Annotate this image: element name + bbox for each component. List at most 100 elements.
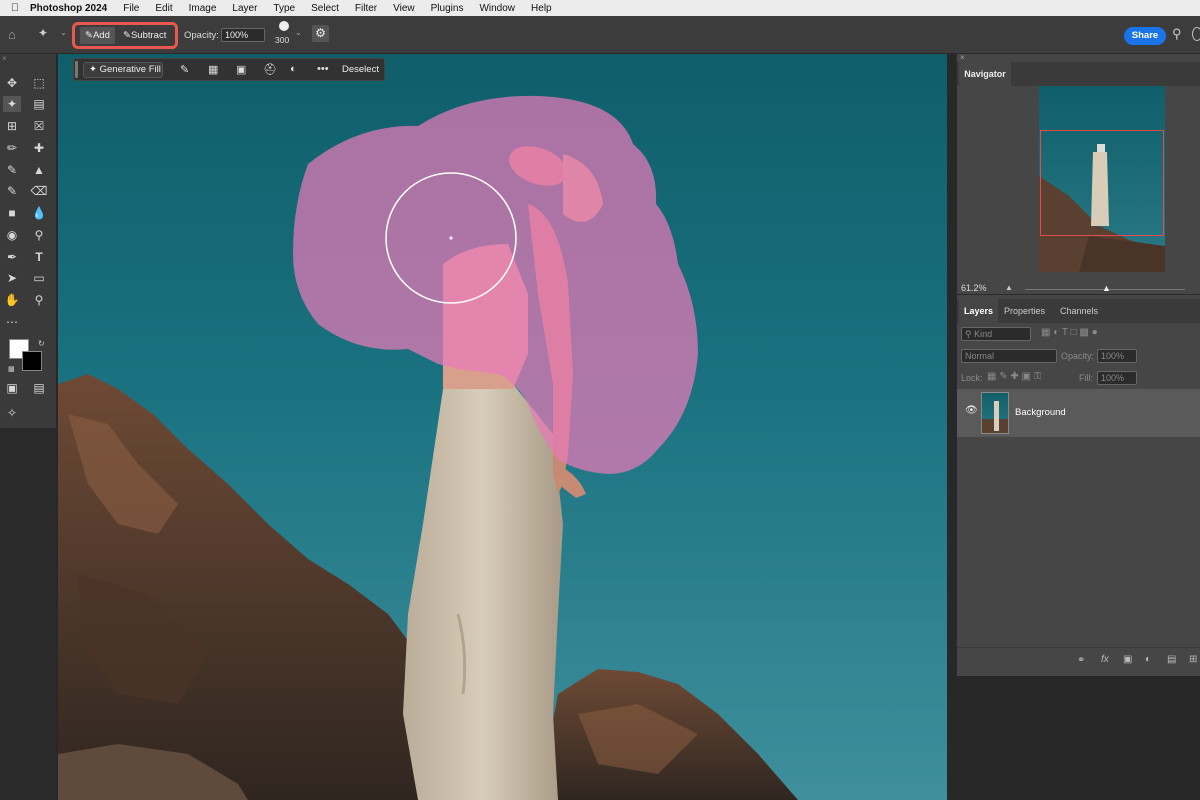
hand-tool-icon[interactable]: ✋ <box>3 292 21 308</box>
eyedropper-tool-icon[interactable]: ✏ <box>3 140 21 156</box>
menu-edit[interactable]: Edit <box>155 3 172 14</box>
fill-dropdown[interactable]: 100% <box>1097 371 1137 385</box>
visibility-eye-icon[interactable]: 👁 <box>965 405 978 416</box>
brush-preview-icon[interactable] <box>279 21 289 31</box>
menu-bar:  Photoshop 2024 File Edit Image Layer T… <box>0 0 1200 16</box>
layer-name[interactable]: Background <box>1015 407 1066 418</box>
layers-panel: Layers Properties Channels ⚲ Kind ▦ ◐ T … <box>956 294 1200 676</box>
zoom-tool-icon[interactable]: ⚲ <box>30 292 48 308</box>
document-canvas[interactable] <box>58 54 947 800</box>
add-mask-icon[interactable]: ▣ <box>1123 654 1132 665</box>
fill-selection-icon[interactable]: ⛑ <box>263 63 277 76</box>
tab-layers[interactable]: Layers <box>959 299 999 323</box>
dodge-tool-icon[interactable]: ◉ <box>3 227 21 243</box>
opacity-dropdown[interactable]: 100% <box>221 28 265 42</box>
more-options-icon[interactable]: ••• <box>317 63 329 75</box>
modify-selection-icon[interactable]: ✎ <box>180 63 189 76</box>
menu-plugins[interactable]: Plugins <box>431 3 464 14</box>
new-layer-icon[interactable]: ⊞ <box>1189 654 1197 665</box>
quick-mask-icon[interactable]: ▣ <box>3 380 21 396</box>
layer-mask-icon[interactable]: ▣ <box>236 63 246 76</box>
rectangle-tool-icon[interactable]: ▭ <box>30 270 48 286</box>
swap-colors-icon[interactable]: ↻ <box>38 339 45 348</box>
home-icon[interactable]: ⌂ <box>8 27 16 42</box>
group-folder-icon[interactable]: ▤ <box>1167 654 1176 665</box>
select-subject-tool-icon[interactable]: ▤ <box>30 96 48 112</box>
eraser-tool-icon[interactable]: ⌫ <box>30 183 48 199</box>
layer-opacity-dropdown[interactable]: 100% <box>1097 349 1137 363</box>
tab-channels[interactable]: Channels <box>1055 299 1103 323</box>
layer-style-icon[interactable]: fx <box>1101 654 1109 665</box>
search-icon[interactable]: ⚲ <box>1172 26 1182 42</box>
select-inverse-icon[interactable]: ▦ <box>208 63 218 76</box>
discover-icon[interactable] <box>1192 27 1200 41</box>
crop-tool-icon[interactable]: ⊞ <box>3 118 21 134</box>
brush-size-value: 300 <box>275 35 290 45</box>
apple-menu-icon[interactable]:  <box>0 2 30 14</box>
adjustment-layer-icon[interactable]: ◐ <box>290 63 297 75</box>
menu-window[interactable]: Window <box>479 3 515 14</box>
history-brush-tool-icon[interactable]: ✎ <box>3 183 21 199</box>
brush-subtract-icon: ✎ <box>123 30 131 41</box>
close-icon[interactable]: × <box>2 54 7 63</box>
lock-label: Lock: <box>961 373 983 383</box>
layer-opacity-label: Opacity: <box>1061 351 1095 361</box>
menu-file[interactable]: File <box>123 3 139 14</box>
zoom-slider-thumb[interactable]: ▲ <box>1102 283 1111 293</box>
gradient-tool-icon[interactable]: ■ <box>3 205 21 221</box>
navigator-thumbnail[interactable] <box>1039 86 1165 272</box>
panel-dock-background <box>956 676 1200 800</box>
link-layers-icon[interactable]: ⚭ <box>1077 655 1085 666</box>
object-selection-tool-icon[interactable]: ✦ <box>3 96 21 112</box>
layer-row-background[interactable]: 👁 Background <box>957 389 1200 437</box>
layer-filter-dropdown[interactable]: ⚲ Kind <box>961 327 1031 341</box>
brush-tool-icon[interactable]: ✎ <box>3 162 21 178</box>
app-menu[interactable]: Photoshop 2024 <box>30 3 107 14</box>
share-button[interactable]: Share <box>1124 27 1166 45</box>
add-mode-button[interactable]: ✎Add <box>80 27 115 44</box>
navigator-view-box[interactable] <box>1040 130 1164 236</box>
screen-mode-icon[interactable]: ▤ <box>30 380 48 396</box>
brush-chevron-icon[interactable]: ⌄ <box>295 28 302 37</box>
generative-fill-button[interactable]: ✦ Generative Fill <box>83 62 163 78</box>
tool-preset-chevron-icon[interactable]: ⌄ <box>60 28 67 37</box>
menu-layer[interactable]: Layer <box>232 3 257 14</box>
pen-tool-icon[interactable]: ✒ <box>3 249 21 265</box>
settings-gear-icon[interactable]: ⚙ <box>312 25 329 42</box>
zoom-out-icon[interactable]: ▲ <box>1005 283 1013 292</box>
blur-tool-icon[interactable]: 💧 <box>30 205 48 221</box>
type-tool-icon[interactable]: T <box>30 249 48 265</box>
zoom-level[interactable]: 61.2% <box>961 283 987 293</box>
more-tools-icon[interactable]: ⋯ <box>3 314 21 330</box>
subtract-mode-button[interactable]: ✎Subtract <box>118 27 171 44</box>
tools-panel: × ✥ ⬚ ✦ ▤ ⊞ ☒ ✏ ✚ ✎ ▲ ✎ ⌫ ■ 💧 ◉ ⚲ ✒ T ➤ … <box>0 54 56 428</box>
background-color-swatch[interactable] <box>22 351 42 371</box>
menu-image[interactable]: Image <box>189 3 217 14</box>
filter-icons[interactable]: ▦ ◐ T □ ▩ ● <box>1041 327 1098 338</box>
menu-help[interactable]: Help <box>531 3 552 14</box>
layers-footer: ⚭ fx ▣ ◐ ▤ ⊞ <box>957 647 1200 677</box>
marquee-tool-icon[interactable]: ⬚ <box>30 75 48 91</box>
drag-handle[interactable] <box>75 61 78 78</box>
close-icon[interactable]: × <box>960 53 965 62</box>
menu-select[interactable]: Select <box>311 3 339 14</box>
healing-brush-tool-icon[interactable]: ✚ <box>30 140 48 156</box>
tab-navigator[interactable]: Navigator <box>959 62 1011 86</box>
blend-mode-dropdown[interactable]: Normal <box>961 349 1057 363</box>
tab-properties[interactable]: Properties <box>999 299 1050 323</box>
sponge-tool-icon[interactable]: ⚲ <box>30 227 48 243</box>
default-colors-icon[interactable]: ▩ <box>8 365 15 373</box>
toolbar-background <box>0 428 56 800</box>
menu-filter[interactable]: Filter <box>355 3 377 14</box>
object-selection-tool-icon[interactable]: ✦ <box>38 26 48 40</box>
adjustment-icon[interactable]: ◐ <box>1145 654 1151 665</box>
stamp-tool-icon[interactable]: ▲ <box>30 162 48 178</box>
menu-type[interactable]: Type <box>273 3 295 14</box>
move-tool-icon[interactable]: ✥ <box>3 75 21 91</box>
frame-tool-icon[interactable]: ☒ <box>30 118 48 134</box>
edit-toolbar-icon[interactable]: ✧ <box>3 405 21 421</box>
lock-icons[interactable]: ▦ ✎ ✚ ▣ ⚿ <box>987 371 1041 382</box>
path-selection-tool-icon[interactable]: ➤ <box>3 270 21 286</box>
menu-view[interactable]: View <box>393 3 415 14</box>
deselect-button[interactable]: Deselect <box>342 64 379 75</box>
